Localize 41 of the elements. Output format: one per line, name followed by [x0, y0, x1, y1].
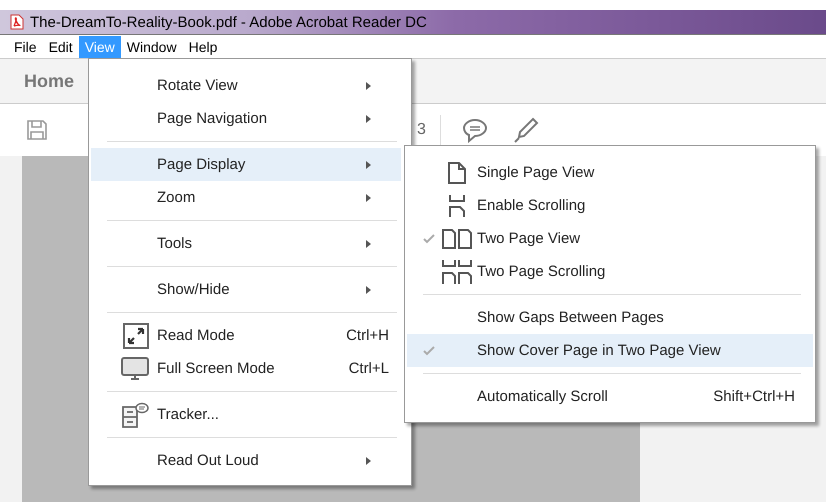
menu-item[interactable]: Two Page Scrolling	[407, 255, 813, 288]
menu-item[interactable]: Full Screen Mode Ctrl+L	[91, 352, 401, 385]
window-title: The-DreamTo-Reality-Book.pdf - Adobe Acrobat Reader DC	[30, 14, 427, 30]
monitor-icon	[121, 356, 149, 380]
menu-item[interactable]: Read Out Loud	[91, 444, 401, 477]
submenu-arrow-icon	[366, 456, 371, 464]
save-icon[interactable]	[25, 118, 49, 142]
menu-item[interactable]: Single Page View	[407, 156, 813, 189]
page-count: 3	[417, 121, 426, 139]
cabinet-comment-icon	[121, 400, 149, 428]
menu-item[interactable]: Two Page View	[407, 222, 813, 255]
expand-arrows-icon	[123, 322, 149, 348]
menu-bar-item[interactable]: Window	[120, 36, 183, 58]
submenu-arrow-icon	[366, 240, 371, 248]
menu-bar-item[interactable]: Help	[182, 36, 224, 58]
two-page-scrolling-icon	[441, 258, 473, 284]
menu-bar-item[interactable]: Edit	[42, 36, 79, 58]
menu-item[interactable]: Zoom	[91, 181, 401, 214]
comment-icon[interactable]	[460, 116, 489, 144]
menu-item[interactable]: Show Cover Page in Two Page View	[407, 334, 813, 367]
submenu-arrow-icon	[366, 82, 371, 90]
menu-bar-item[interactable]: File	[8, 36, 43, 58]
menu-item[interactable]: Tracker...	[91, 398, 401, 431]
pdf-file-icon	[10, 14, 24, 30]
scrolling-pages-icon	[447, 194, 467, 218]
menu-item[interactable]: Page Display	[91, 148, 401, 181]
menu-item[interactable]: Automatically Scroll Shift+Ctrl+H	[407, 380, 813, 413]
submenu-arrow-icon	[366, 160, 371, 168]
submenu-arrow-icon	[366, 114, 371, 122]
single-page-icon	[447, 160, 467, 184]
submenu-arrow-icon	[366, 194, 371, 202]
menu-item[interactable]: Show Gaps Between Pages	[407, 301, 813, 334]
menu-item[interactable]: Rotate View	[91, 69, 401, 102]
home-tab[interactable]: Home	[24, 70, 74, 92]
menu-item[interactable]: Tools	[91, 227, 401, 260]
two-pages-icon	[441, 228, 473, 250]
menu-item[interactable]: Page Navigation	[91, 102, 401, 135]
menu-item[interactable]: Enable Scrolling	[407, 189, 813, 222]
submenu-arrow-icon	[366, 286, 371, 294]
menu-item[interactable]: Show/Hide	[91, 273, 401, 306]
menu-item[interactable]: Read Mode Ctrl+H	[91, 319, 401, 352]
